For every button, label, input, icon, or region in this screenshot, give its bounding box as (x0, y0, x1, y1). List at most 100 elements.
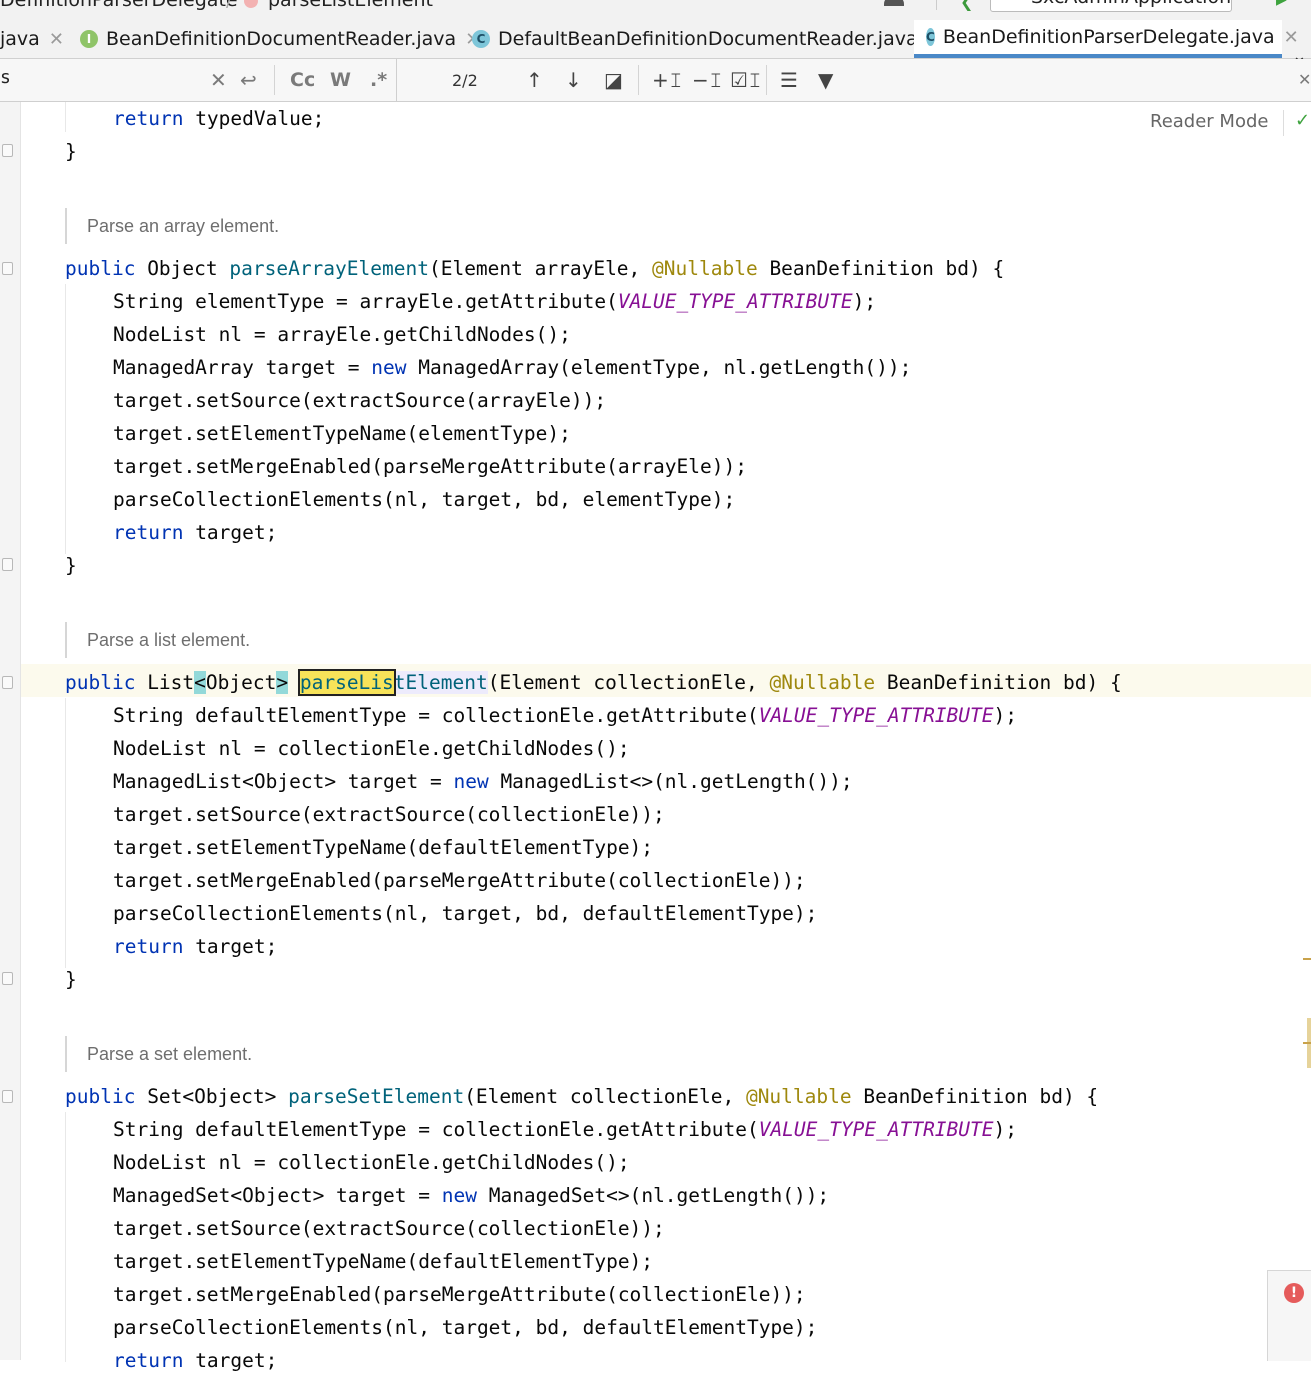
close-icon[interactable]: ✕ (49, 29, 64, 50)
close-find-icon[interactable]: ✕ (1298, 65, 1311, 95)
code-line: target.setElementTypeName(defaultElement… (113, 836, 654, 859)
filter-icon[interactable]: ▼ (818, 65, 833, 95)
indent-guide (65, 698, 66, 968)
breadcrumb: DefinitionParserDelegate / parseListElem… (0, 0, 1311, 20)
error-icon: ! (1284, 1283, 1304, 1303)
class-icon: C (926, 28, 935, 46)
editor-tab-bar: java ✕ I BeanDefinitionDocumentReader.ja… (0, 20, 1311, 67)
back-arrow-icon[interactable]: ❮ (960, 0, 973, 11)
tab-bean-definition-document-reader[interactable]: I BeanDefinitionDocumentReader.java ✕ (80, 20, 480, 58)
match-counter: 2/2 (452, 71, 478, 90)
search-query: s (0, 67, 11, 88)
toolbar-divider (936, 0, 937, 10)
problems-indicator[interactable]: ! (1267, 1270, 1311, 1361)
breadcrumb-separator: / (226, 0, 233, 11)
divider (638, 65, 639, 95)
code-line: return target; (113, 521, 278, 544)
divider (766, 65, 767, 95)
regex-toggle[interactable]: .* (370, 65, 387, 95)
new-line-icon[interactable]: ↩ (240, 65, 257, 95)
code-line: parseCollectionElements(nl, target, bd, … (113, 488, 736, 511)
scroll-marker[interactable] (1303, 1042, 1311, 1044)
tab-java[interactable]: java ✕ (0, 20, 64, 58)
code-line: public List<Object> parseListElement(Ele… (65, 669, 1122, 696)
code-line: target.setMergeEnabled(parseMergeAttribu… (113, 1283, 806, 1306)
code-line: NodeList nl = collectionEle.getChildNode… (113, 737, 630, 760)
code-line: } (65, 140, 77, 163)
code-line: target.setMergeEnabled(parseMergeAttribu… (113, 455, 747, 478)
fold-marker[interactable] (2, 262, 13, 275)
editor-gutter (0, 102, 21, 1360)
whole-words-toggle[interactable]: W (330, 65, 351, 95)
fold-marker[interactable] (2, 558, 13, 571)
doc-comment: Parse a list element. (65, 622, 250, 658)
divider (274, 65, 275, 95)
code-line: target.setSource(extractSource(collectio… (113, 1217, 665, 1240)
select-all-occurrences-icon[interactable]: ◪ (604, 65, 623, 95)
interface-icon: I (80, 30, 98, 48)
fold-marker[interactable] (2, 676, 13, 689)
remove-occurrence-icon[interactable]: −𝙸 (692, 65, 723, 95)
user-icon[interactable] (884, 0, 904, 6)
reader-mode-button[interactable]: Reader Mode (1150, 111, 1268, 132)
code-line: NodeList nl = arrayEle.getChildNodes(); (113, 323, 571, 346)
code-line: String defaultElementType = collectionEl… (113, 704, 1017, 727)
search-input[interactable]: s ✕ ↩ Cc W .* (0, 59, 397, 101)
find-bar: s ✕ ↩ Cc W .* 2/2 ↑ ↓ ◪ +𝙸 −𝙸 ☑𝙸 ☰ ▼ ✕ (0, 59, 1311, 102)
code-line: NodeList nl = collectionEle.getChildNode… (113, 1151, 630, 1174)
add-occurrence-icon[interactable]: +𝙸 (652, 65, 683, 95)
code-line: target.setMergeEnabled(parseMergeAttribu… (113, 869, 806, 892)
code-line: target.setSource(extractSource(arrayEle)… (113, 389, 607, 412)
doc-comment: Parse an array element. (65, 208, 279, 244)
next-occurrence-icon[interactable]: ↓ (565, 65, 582, 95)
indent-guide (65, 102, 66, 132)
run-configuration-label: SxcAdminApplication (1031, 0, 1231, 8)
previous-occurrence-icon[interactable]: ↑ (526, 65, 543, 95)
indent-guide (65, 284, 66, 554)
code-line: ManagedArray target = new ManagedArray(e… (113, 356, 912, 379)
scroll-marker[interactable] (1303, 958, 1311, 960)
code-line: target.setSource(extractSource(collectio… (113, 803, 665, 826)
tab-label: java (0, 28, 40, 50)
code-line: ManagedList<Object> target = new Managed… (113, 770, 853, 793)
code-line: target.setElementTypeName(defaultElement… (113, 1250, 654, 1273)
code-line: public Object parseArrayElement(Element … (65, 257, 1005, 280)
run-icon[interactable]: ▶ (1276, 0, 1287, 8)
code-line: parseCollectionElements(nl, target, bd, … (113, 902, 818, 925)
breadcrumb-method[interactable]: parseListElement (268, 0, 433, 11)
code-line: String elementType = arrayEle.getAttribu… (113, 290, 877, 313)
code-line: public Set<Object> parseSetElement(Eleme… (65, 1085, 1099, 1108)
class-icon: C (472, 30, 490, 48)
indent-guide (65, 1112, 66, 1362)
tab-bean-definition-parser-delegate[interactable]: C BeanDefinitionParserDelegate.java ✕ (914, 20, 1299, 58)
code-line: String defaultElementType = collectionEl… (113, 1118, 1017, 1141)
tab-default-bean-definition-document-reader[interactable]: C DefaultBeanDefinitionDocumentReader.ja… (472, 20, 942, 58)
tab-label: DefaultBeanDefinitionDocumentReader.java (498, 28, 918, 50)
select-all-matches-icon[interactable]: ☑𝙸 (730, 65, 762, 95)
doc-comment: Parse a set element. (65, 1036, 252, 1072)
code-line: } (65, 554, 77, 577)
code-line: parseCollectionElements(nl, target, bd, … (113, 1316, 818, 1339)
fold-marker[interactable] (2, 972, 13, 985)
close-icon[interactable]: ✕ (1284, 27, 1299, 48)
tab-label: BeanDefinitionDocumentReader.java (106, 28, 457, 50)
inspection-ok-icon[interactable]: ✓ (1295, 110, 1310, 131)
fold-marker[interactable] (2, 144, 13, 157)
code-line: } (65, 968, 77, 991)
breadcrumb-class[interactable]: DefinitionParserDelegate (0, 0, 238, 11)
code-line: return typedValue; (113, 107, 325, 130)
code-line: return target; (113, 935, 278, 958)
code-editor[interactable]: return typedValue; } Parse an array elem… (21, 102, 1311, 1372)
match-case-toggle[interactable]: Cc (290, 65, 315, 95)
code-line: return target; (113, 1349, 278, 1372)
fold-marker[interactable] (2, 1090, 13, 1103)
filter-search-results-icon[interactable]: ☰ (780, 65, 798, 95)
divider (1283, 110, 1284, 136)
run-configuration-select[interactable]: SxcAdminApplication (990, 0, 1232, 12)
tab-label: BeanDefinitionParserDelegate.java (942, 26, 1275, 48)
method-icon (244, 0, 258, 8)
search-match: parseLis (297, 669, 396, 696)
clear-icon[interactable]: ✕ (210, 65, 227, 95)
code-line: ManagedSet<Object> target = new ManagedS… (113, 1184, 830, 1207)
code-line: target.setElementTypeName(elementType); (113, 422, 571, 445)
